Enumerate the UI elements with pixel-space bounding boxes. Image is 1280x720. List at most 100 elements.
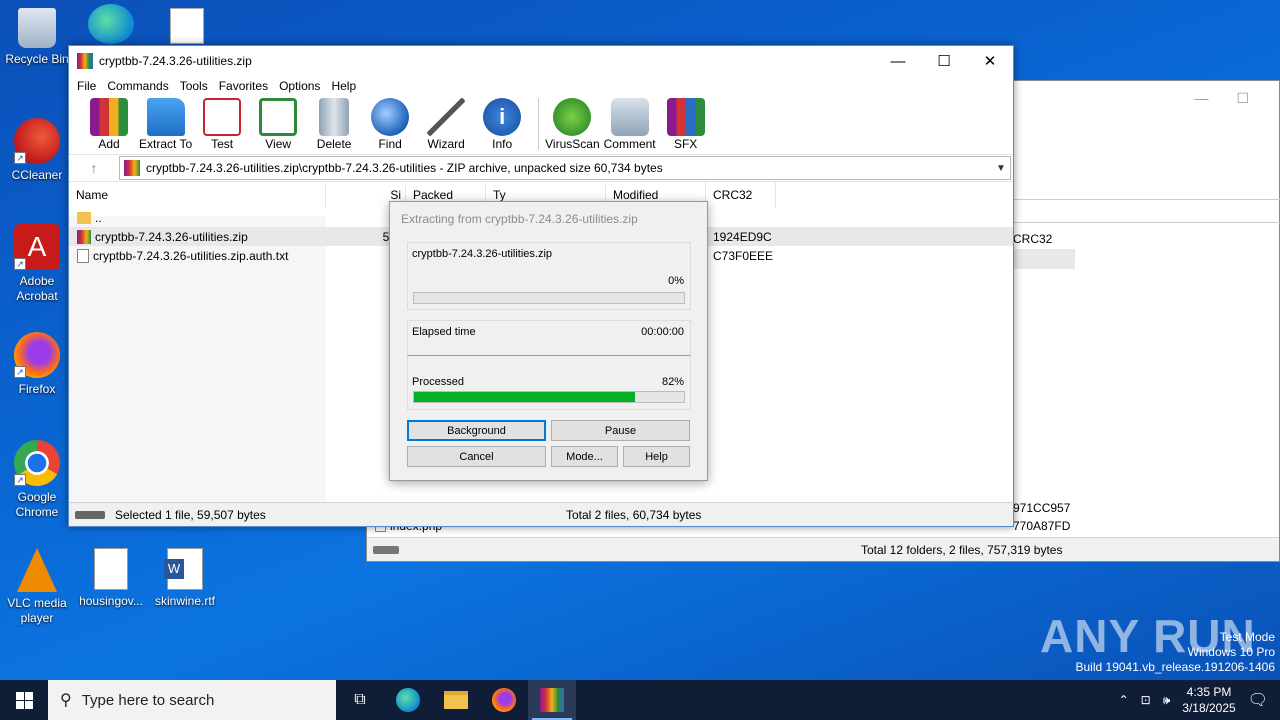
column-name[interactable]: Name bbox=[69, 182, 326, 208]
background-button[interactable]: Background bbox=[407, 420, 546, 441]
taskbar-edge[interactable] bbox=[384, 680, 432, 720]
extraction-dialog[interactable]: Extracting from cryptbb-7.24.3.26-utilit… bbox=[389, 201, 708, 481]
task-view-icon: ⧉ bbox=[354, 691, 366, 708]
help-button[interactable]: Help bbox=[623, 446, 690, 467]
title-bar[interactable]: cryptbb-7.24.3.26-utilities.zip — ☐ ✕ bbox=[69, 46, 1013, 76]
menu-tools[interactable]: Tools bbox=[176, 79, 215, 93]
edge-desktop-icon[interactable] bbox=[88, 4, 134, 44]
desktop-icon-google-chrome[interactable]: ↗ Google Chrome bbox=[0, 440, 74, 520]
archive-icon bbox=[124, 160, 140, 176]
desktop-icon-vlc[interactable]: VLC media player bbox=[0, 548, 74, 626]
taskbar-file-explorer[interactable] bbox=[432, 680, 480, 720]
word-icon: W bbox=[164, 548, 203, 590]
status-bar: Selected 1 file, 59,507 bytes Total 2 fi… bbox=[69, 502, 1013, 526]
background-crc-value: 971CC957 bbox=[1013, 501, 1071, 515]
comment-icon bbox=[610, 98, 649, 136]
folder-icon bbox=[77, 211, 91, 224]
magic-wand-icon bbox=[427, 98, 466, 136]
network-icon[interactable]: ⊡ bbox=[1141, 693, 1151, 707]
task-view-button[interactable]: ⧉ bbox=[336, 680, 384, 720]
maximize-button[interactable]: ☐ bbox=[921, 46, 967, 76]
document-icon bbox=[94, 548, 128, 590]
system-tray: ⌃ ⊡ 🕪 4:35 PM 3/18/2025 🗨 bbox=[1119, 684, 1280, 716]
desktop-icon-skinwine[interactable]: W skinwine.rtf bbox=[148, 548, 222, 609]
virusscan-button[interactable]: VirusScan bbox=[545, 98, 600, 151]
taskbar-firefox[interactable] bbox=[480, 680, 528, 720]
desktop-icon-label: CCleaner bbox=[11, 168, 63, 182]
elapsed-label: Elapsed time bbox=[412, 326, 476, 338]
wizard-button[interactable]: Wizard bbox=[420, 98, 472, 151]
up-arrow-icon[interactable]: ↑ bbox=[69, 160, 119, 176]
menu-commands[interactable]: Commands bbox=[103, 79, 175, 93]
comment-button[interactable]: Comment bbox=[604, 98, 656, 151]
desktop-icon-label: skinwine.rtf bbox=[154, 594, 216, 608]
find-button[interactable]: Find bbox=[364, 98, 416, 151]
file-percent: 0% bbox=[668, 275, 684, 287]
search-placeholder: Type here to search bbox=[81, 691, 215, 709]
test-button[interactable]: Test bbox=[196, 98, 248, 151]
path-field[interactable]: cryptbb-7.24.3.26-utilities.zip\cryptbb-… bbox=[119, 156, 1011, 180]
start-button[interactable] bbox=[0, 680, 48, 720]
close-button[interactable]: ✕ bbox=[967, 46, 1013, 76]
delete-button[interactable]: Delete bbox=[308, 98, 360, 151]
notification-icon[interactable]: 🗨 bbox=[1248, 690, 1268, 710]
chrome-icon: ↗ bbox=[14, 440, 60, 486]
add-button[interactable]: Add bbox=[83, 98, 135, 151]
desktop-icon-label: housingov... bbox=[79, 594, 143, 608]
extract-to-button[interactable]: Extract To bbox=[139, 98, 192, 151]
desktop-icon-adobe-acrobat[interactable]: A ↗ Adobe Acrobat bbox=[0, 224, 74, 304]
status-total: Total 2 files, 60,734 bytes bbox=[566, 507, 702, 522]
taskbar-winrar[interactable] bbox=[528, 680, 576, 720]
dialog-title: Extracting from cryptbb-7.24.3.26-utilit… bbox=[401, 212, 638, 226]
cancel-button[interactable]: Cancel bbox=[407, 446, 546, 467]
drive-icon bbox=[75, 510, 105, 519]
background-status-bar: Total 12 folders, 2 files, 757,319 bytes bbox=[367, 537, 1279, 561]
vlc-icon bbox=[17, 548, 57, 592]
minimize-button[interactable]: — bbox=[875, 46, 921, 76]
pause-button[interactable]: Pause bbox=[551, 420, 690, 441]
watermark-line3: Build 19041.vb_release.191206-1406 bbox=[1075, 660, 1276, 674]
menu-favorites[interactable]: Favorites bbox=[215, 79, 275, 93]
maximize-icon[interactable]: ☐ bbox=[1236, 90, 1249, 107]
desktop-icon-housingov[interactable]: housingov... bbox=[74, 548, 148, 609]
watermark-line2: Windows 10 Pro bbox=[1187, 645, 1275, 659]
chevron-up-icon[interactable]: ⌃ bbox=[1119, 693, 1129, 707]
folder-icon bbox=[146, 98, 185, 136]
menu-help[interactable]: Help bbox=[327, 79, 363, 93]
processed-progress-fill bbox=[414, 392, 636, 402]
current-file-group: cryptbb-7.24.3.26-utilities.zip 0% bbox=[407, 242, 691, 310]
processed-progress-bar bbox=[413, 391, 685, 403]
chevron-down-icon[interactable]: ▼ bbox=[992, 163, 1010, 174]
menu-bar: File Commands Tools Favorites Options He… bbox=[69, 76, 1013, 96]
desktop-icon-recycle-bin[interactable]: Recycle Bin bbox=[0, 8, 74, 67]
menu-options[interactable]: Options bbox=[275, 79, 327, 93]
volume-icon[interactable]: 🕪 bbox=[1163, 693, 1171, 708]
desktop-icon-ccleaner[interactable]: ↗ CCleaner bbox=[0, 118, 74, 183]
processed-group: Processed 82% bbox=[407, 356, 691, 410]
sfx-button[interactable]: SFX bbox=[660, 98, 712, 151]
sfx-icon bbox=[666, 98, 705, 136]
desktop-icon-label: VLC media player bbox=[7, 596, 67, 625]
desktop-icon-label: Adobe Acrobat bbox=[16, 274, 58, 303]
desktop-icon-label: Firefox bbox=[18, 382, 56, 396]
clock-date: 3/18/2025 bbox=[1182, 701, 1236, 715]
desktop-icon-firefox[interactable]: ↗ Firefox bbox=[0, 332, 74, 397]
magnifier-icon bbox=[371, 98, 410, 136]
bug-icon bbox=[553, 98, 592, 136]
menu-file[interactable]: File bbox=[73, 79, 103, 93]
column-crc[interactable]: CRC32 bbox=[706, 182, 776, 208]
info-button[interactable]: i Info bbox=[476, 98, 528, 151]
status-selected: Selected 1 file, 59,507 bytes bbox=[115, 507, 266, 522]
minimize-icon[interactable]: — bbox=[1194, 90, 1208, 106]
clock[interactable]: 4:35 PM 3/18/2025 bbox=[1182, 684, 1235, 716]
mode-button[interactable]: Mode... bbox=[551, 446, 618, 467]
firefox-icon: ↗ bbox=[14, 332, 60, 378]
add-archive-icon bbox=[90, 98, 128, 136]
clock-time: 4:35 PM bbox=[1186, 685, 1232, 699]
file-desktop-icon[interactable] bbox=[170, 8, 204, 44]
desktop-icon-label: Google Chrome bbox=[15, 490, 59, 519]
winrar-icon bbox=[540, 688, 564, 712]
view-button[interactable]: View bbox=[252, 98, 304, 151]
taskbar-search[interactable]: ⚲ Type here to search bbox=[48, 680, 336, 720]
elapsed-value: 00:00:00 bbox=[641, 326, 684, 338]
